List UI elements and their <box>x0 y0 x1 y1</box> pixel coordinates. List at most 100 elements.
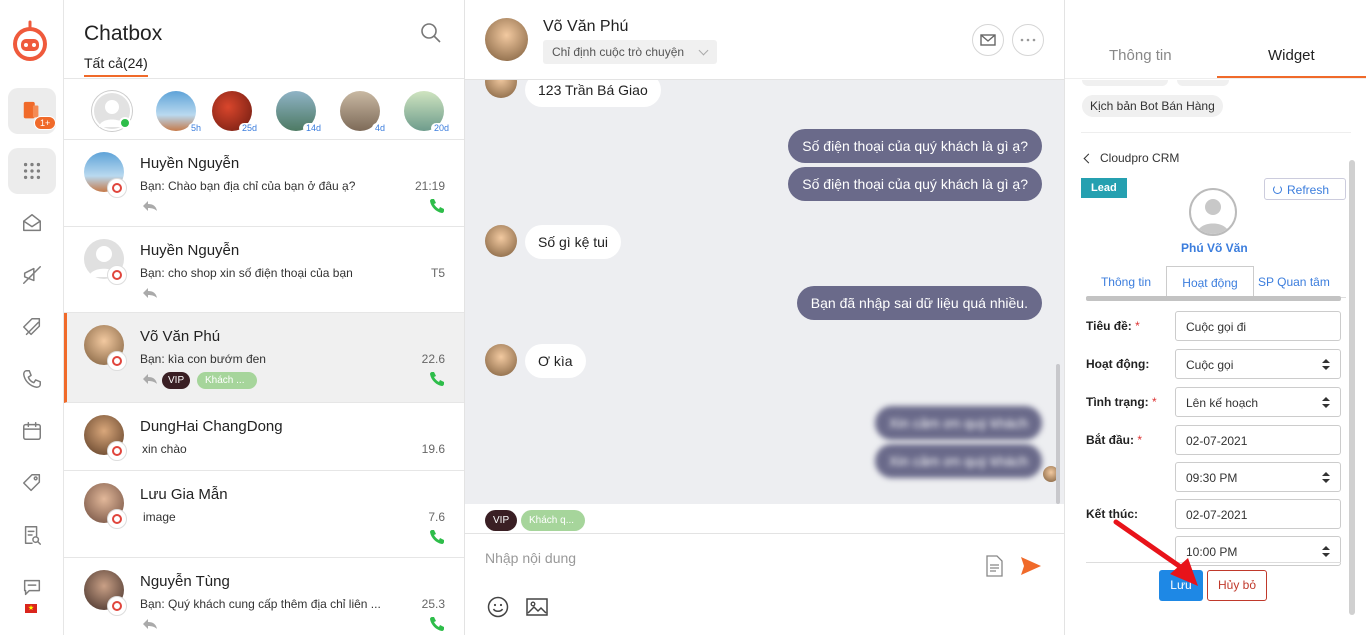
reply-icon <box>143 288 157 298</box>
avatar <box>485 18 528 61</box>
reply-icon <box>143 374 157 384</box>
message-outgoing: Số điện thoại của quý khách là gì ạ? <box>788 129 1042 163</box>
conversation-item[interactable]: Huyền Nguyễn Bạn: Chào bạn địa chỉ của b… <box>64 140 464 227</box>
tag-customer[interactable]: Khách q... <box>521 510 585 531</box>
scrollbar[interactable] <box>1056 364 1060 504</box>
reply-icon <box>143 201 157 211</box>
start-time-select[interactable]: 09:30 PM <box>1175 462 1341 492</box>
grid-icon <box>23 162 41 180</box>
nav-tags[interactable] <box>8 304 56 350</box>
start-date-input[interactable]: 02-07-2021 <box>1175 425 1341 455</box>
story-avatar[interactable]: 25d <box>212 91 260 133</box>
crm-back-link[interactable]: Cloudpro CRM <box>1083 151 1179 165</box>
report-icon <box>24 526 41 545</box>
call-icon[interactable] <box>429 198 445 214</box>
call-icon[interactable] <box>429 529 445 545</box>
nav-phone[interactable] <box>8 356 56 402</box>
start-label-text: Bắt đầu: <box>1086 433 1134 447</box>
crm-tabs: Thông tin Hoạt động SP Quan tâm <box>1086 266 1346 298</box>
file-icon[interactable] <box>985 555 1003 577</box>
channel-badge-icon <box>107 509 127 529</box>
status-select[interactable]: Lên kế hoạch <box>1175 387 1341 417</box>
story-age: 20d <box>430 123 452 133</box>
tabs-scrollbar[interactable] <box>1086 296 1341 301</box>
nav-campaign[interactable] <box>8 252 56 298</box>
app-logo[interactable] <box>10 20 50 62</box>
nav-apps[interactable] <box>8 148 56 194</box>
story-avatar[interactable] <box>92 91 132 131</box>
message-time: 22.6 <box>421 352 445 366</box>
required-mark: * <box>1137 433 1143 447</box>
image-icon[interactable] <box>526 597 548 617</box>
channel-badge-icon <box>107 265 127 285</box>
nav-report[interactable] <box>8 512 56 558</box>
conversation-item[interactable]: DungHai ChangDong xin chào 19.6 <box>64 403 464 471</box>
conversation-item[interactable]: Nguyễn Tùng Bạn: Quý khách cung cấp thêm… <box>64 558 464 635</box>
more-button[interactable] <box>1012 24 1044 56</box>
story-age: 4d <box>371 123 388 133</box>
conversation-item-selected[interactable]: Võ Văn Phú Bạn: kìa con bướm đen 22.6 VI… <box>64 313 464 403</box>
story-strip: 5h 25d 14d 4d 20d <box>64 79 464 140</box>
bot-script-chip[interactable]: Kịch bản Bot Bán Hàng <box>1082 95 1223 117</box>
nav-mail[interactable] <box>8 200 56 246</box>
tags-icon <box>23 318 41 336</box>
vietnam-flag-icon[interactable]: ★ <box>25 604 37 613</box>
call-icon[interactable] <box>429 616 445 632</box>
call-icon[interactable] <box>429 371 445 387</box>
tab-widget[interactable]: Widget <box>1268 47 1315 64</box>
message-input[interactable]: Nhập nội dung <box>485 550 576 566</box>
email-button[interactable] <box>972 24 1004 56</box>
nav-tag[interactable] <box>8 460 56 506</box>
send-icon[interactable] <box>1020 556 1042 576</box>
nav-chat[interactable]: 1+ <box>8 88 57 134</box>
contact-name[interactable]: Phú Võ Văn <box>1181 241 1248 255</box>
last-message: Bạn: cho shop xin số điện thoại của bạn <box>140 266 353 280</box>
red-arrow-annotation-icon <box>1113 519 1198 586</box>
title-label-text: Tiêu đề: <box>1086 319 1132 333</box>
chat-bubble-icon <box>23 579 41 596</box>
activity-value: Cuộc gọi <box>1186 358 1234 372</box>
reply-icon <box>143 619 157 629</box>
conversation-item[interactable]: Huyền Nguyễn Bạn: cho shop xin số điện t… <box>64 227 464 313</box>
refresh-button[interactable]: Refresh <box>1264 178 1346 200</box>
cancel-button[interactable]: Hủy bỏ <box>1207 570 1267 601</box>
search-icon[interactable] <box>420 22 442 44</box>
chat-header: Võ Văn Phú Chỉ định cuộc trò chuyện <box>465 0 1064 80</box>
story-avatar[interactable]: 14d <box>276 91 324 133</box>
story-avatar[interactable]: 20d <box>404 91 452 133</box>
required-mark: * <box>1135 319 1140 333</box>
tab-info[interactable]: Thông tin <box>1109 47 1172 64</box>
refresh-label: Refresh <box>1287 183 1330 197</box>
nav-calendar[interactable] <box>8 408 56 454</box>
app-root: 1+ ★ Chatbox Tất cả(24) 5h 25d 14d 4d 20… <box>0 0 1366 635</box>
channel-badge-icon <box>107 351 127 371</box>
story-age: 5h <box>187 123 204 133</box>
tag-vip[interactable]: VIP <box>162 372 191 389</box>
tag-customer[interactable]: Khách ... <box>197 372 257 389</box>
assign-label: Chỉ định cuộc trò chuyện <box>552 45 685 59</box>
crm-tab-activity[interactable]: Hoạt động <box>1166 266 1254 298</box>
story-avatar[interactable]: 4d <box>340 91 388 133</box>
last-message: Bạn: Quý khách cung cấp thêm địa chỉ liê… <box>140 597 381 611</box>
contact-name: DungHai ChangDong <box>140 418 283 435</box>
message-time: T5 <box>430 266 445 280</box>
channel-badge-icon <box>107 441 127 461</box>
emoji-icon[interactable] <box>487 596 509 618</box>
title-input[interactable]: Cuộc gọi đi <box>1175 311 1341 341</box>
story-avatar[interactable]: 5h <box>156 91 204 133</box>
chip-partial <box>1082 80 1168 86</box>
crm-tab-products[interactable]: SP Quan tâm <box>1258 266 1348 298</box>
tag-vip[interactable]: VIP <box>485 510 518 531</box>
assign-conversation-select[interactable]: Chỉ định cuộc trò chuyện <box>543 40 717 64</box>
contact-name: Nguyễn Tùng <box>140 573 230 590</box>
message-time: 25.3 <box>421 597 445 611</box>
phone-icon <box>23 370 41 388</box>
tab-all[interactable]: Tất cả(24) <box>84 55 148 77</box>
avatar <box>485 344 517 376</box>
crm-tab-info[interactable]: Thông tin <box>1086 266 1166 298</box>
scrollbar[interactable] <box>1349 160 1355 615</box>
activity-select[interactable]: Cuộc gọi <box>1175 349 1341 379</box>
chat-contact-name: Võ Văn Phú <box>543 18 629 35</box>
conversation-item[interactable]: Lưu Gia Mẫn image 7.6 <box>64 471 464 558</box>
chevron-left-icon <box>1083 153 1094 164</box>
